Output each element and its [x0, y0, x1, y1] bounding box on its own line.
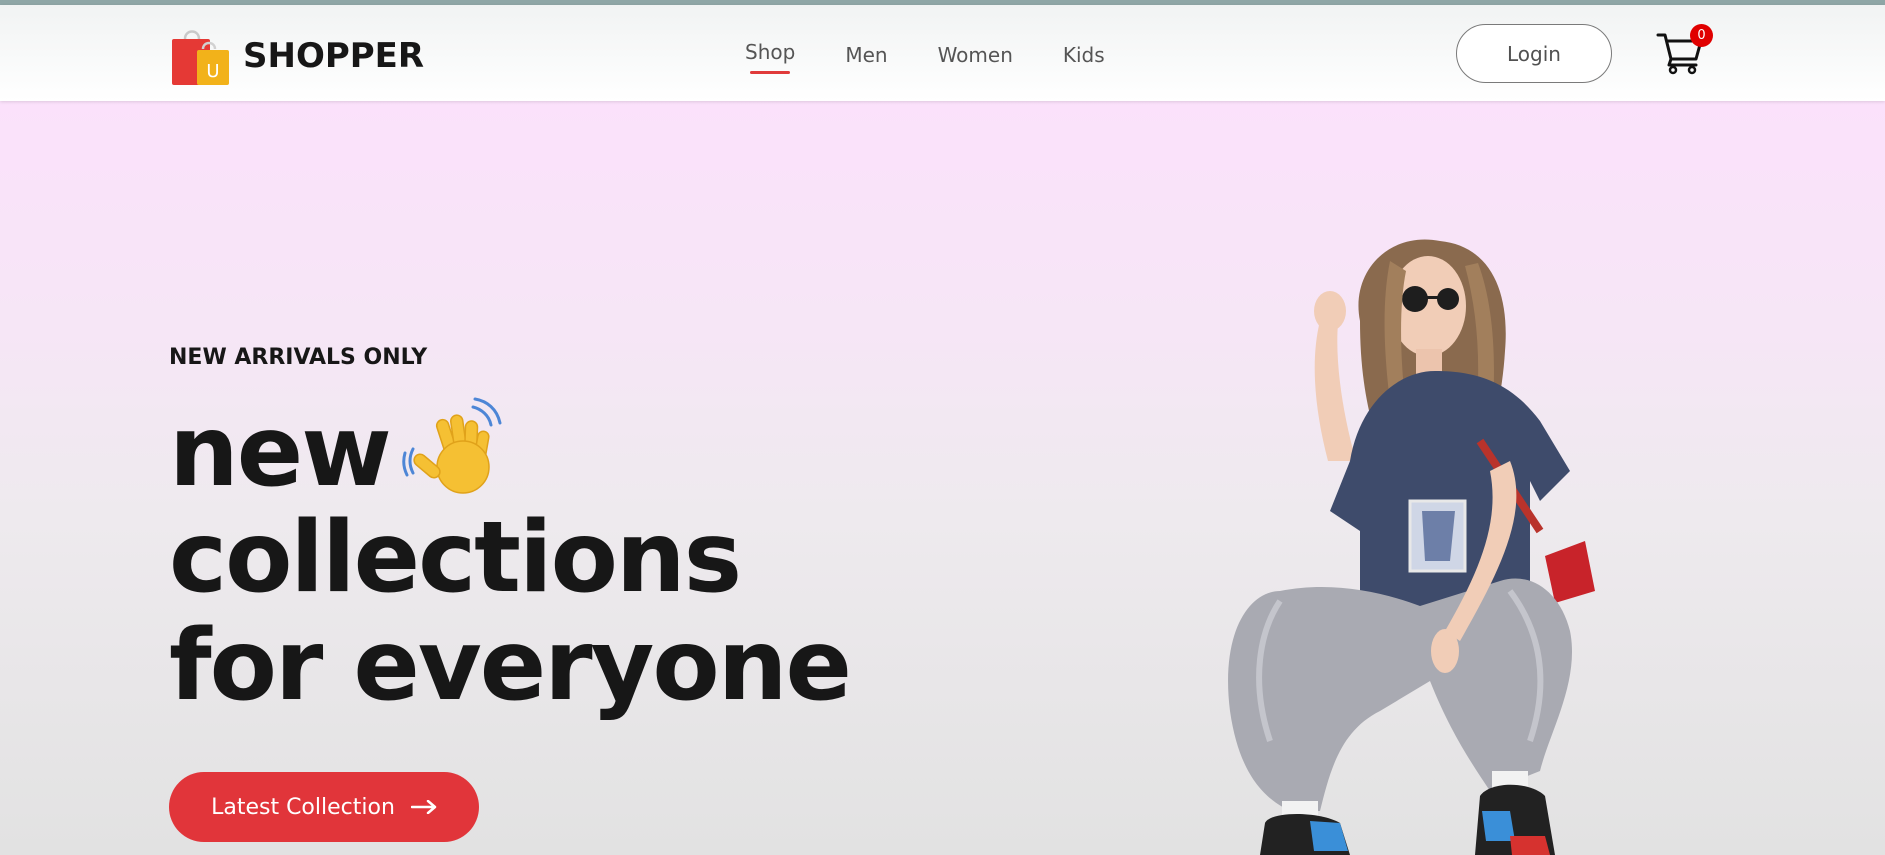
latest-collection-button[interactable]: Latest Collection: [169, 772, 479, 842]
hero-headline-line-3: for everyone: [169, 609, 852, 723]
nav-item-label: Kids: [1062, 43, 1105, 67]
brand-name: SHOPPER: [243, 36, 425, 76]
nav-item-women[interactable]: Women: [938, 35, 1013, 67]
nav-item-kids[interactable]: Kids: [1063, 35, 1105, 67]
arrow-right-icon: [410, 800, 437, 814]
login-button[interactable]: Login: [1456, 24, 1612, 83]
hero-model-image: [1228, 239, 1595, 855]
hero-headline-line-1: new: [169, 395, 392, 509]
waving-hand-icon: [402, 397, 502, 494]
nav-item-label: Shop: [745, 40, 796, 64]
nav-item-label: Men: [845, 43, 888, 67]
hero-section: NEW ARRIVALS ONLY new collections for ev…: [0, 101, 1885, 855]
cart-count-badge: 0: [1690, 24, 1713, 47]
main-nav: Shop Men Women Kids: [745, 35, 1105, 75]
hero-headline-line-2: collections: [169, 501, 742, 615]
nav-item-label: Women: [937, 43, 1013, 67]
cta-label: Latest Collection: [211, 794, 395, 820]
shopping-bag-logo-icon: U: [172, 30, 229, 85]
nav-active-underline: [750, 71, 791, 74]
brand-logo[interactable]: U SHOPPER: [169, 25, 424, 87]
hero-eyebrow: NEW ARRIVALS ONLY: [169, 345, 428, 370]
navbar: U SHOPPER Shop Men Women Kids Login 0: [0, 5, 1885, 101]
nav-item-shop[interactable]: Shop: [745, 35, 795, 74]
nav-item-men[interactable]: Men: [845, 35, 887, 67]
logo-letter: U: [206, 61, 219, 82]
